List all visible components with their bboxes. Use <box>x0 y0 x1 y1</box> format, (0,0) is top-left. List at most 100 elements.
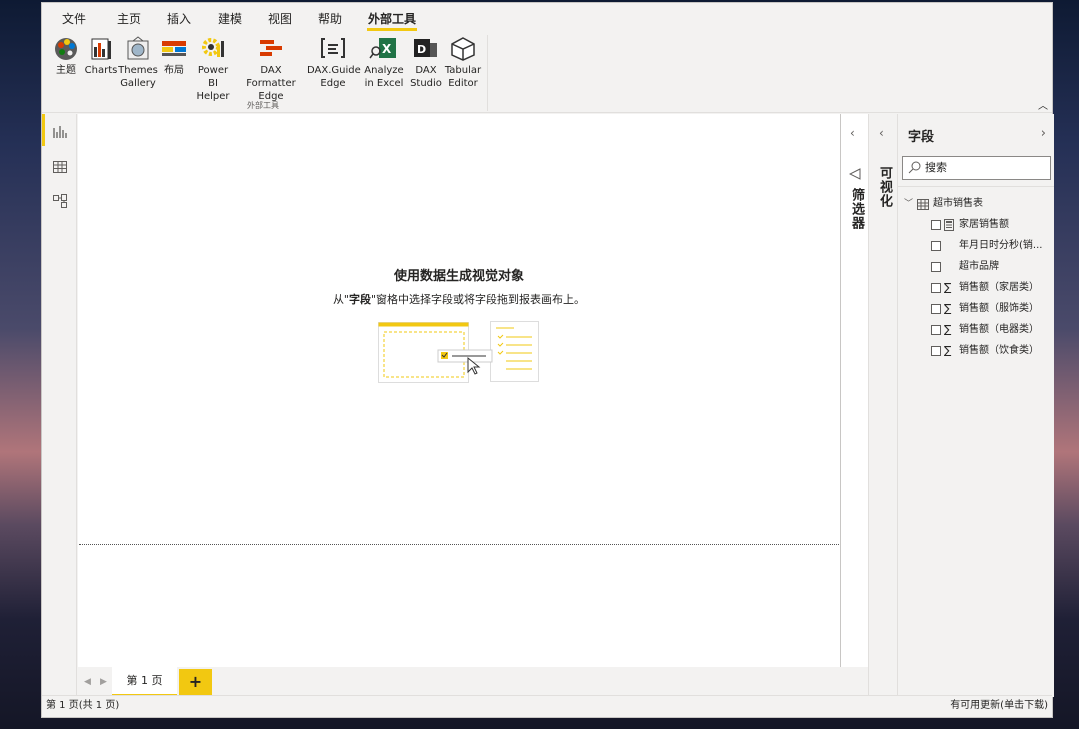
search-input[interactable] <box>925 161 1045 174</box>
charts-icon <box>84 35 118 63</box>
powerbi-helper-label: Power BI Helper <box>196 65 230 102</box>
filters-pane-collapsed[interactable]: ‹ 筛选器 <box>840 114 868 667</box>
field-row[interactable]: 家居销售额 <box>898 215 1054 235</box>
calculator-icon <box>944 219 954 235</box>
sigma-icon: ∑ <box>944 323 952 336</box>
field-checkbox[interactable] <box>931 241 941 251</box>
dax-formatter-label: DAX Formatter Edge <box>246 65 296 102</box>
dax-guide-icon <box>307 35 359 63</box>
field-checkbox[interactable] <box>931 283 941 293</box>
filter-funnel-icon <box>848 168 861 183</box>
field-name: 销售额（饮食类） <box>959 345 1039 356</box>
active-view-indicator <box>42 114 45 146</box>
filters-pane-label: 筛选器 <box>849 188 864 230</box>
theme-palette-icon <box>52 35 80 63</box>
powerbi-window: 文件 主页 插入 建模 视图 帮助 外部工具 主题 Charts Themes <box>41 2 1054 718</box>
fields-divider <box>898 186 1054 187</box>
status-bar: 第 1 页(共 1 页) 有可用更新(单击下载) <box>42 695 1052 717</box>
collapse-fields-icon[interactable]: › <box>1041 126 1046 141</box>
sigma-icon: ∑ <box>944 344 952 357</box>
field-name: 家居销售额 <box>959 219 1009 230</box>
collapse-ribbon-icon[interactable]: ︿ <box>1038 97 1048 112</box>
dax-studio-label: DAX Studio <box>410 65 442 89</box>
visualizations-pane-label: 可视化 <box>877 166 892 208</box>
field-checkbox[interactable] <box>931 325 941 335</box>
field-name: 销售额（家居类） <box>959 282 1039 293</box>
field-name: 超市品牌 <box>959 261 999 272</box>
layout-icon <box>159 35 189 63</box>
next-page-icon[interactable]: ▶ <box>100 677 107 687</box>
tab-home[interactable]: 主页 <box>117 10 141 27</box>
theme-button[interactable]: 主题 <box>52 35 80 77</box>
field-name: 销售额（电器类） <box>959 324 1039 335</box>
fields-search-box[interactable] <box>902 156 1051 180</box>
table-icon <box>917 198 929 214</box>
field-row[interactable]: ∑ 销售额（饮食类） <box>898 341 1054 361</box>
field-checkbox[interactable] <box>931 262 941 272</box>
page-count-status: 第 1 页(共 1 页) <box>46 700 120 711</box>
model-view-icon[interactable] <box>52 193 68 209</box>
tabular-editor-button[interactable]: Tabular Editor <box>443 35 483 90</box>
report-view-icon[interactable] <box>52 124 68 140</box>
tab-view[interactable]: 视图 <box>268 10 292 27</box>
field-row[interactable]: 超市品牌 <box>898 257 1054 277</box>
tab-file[interactable]: 文件 <box>62 10 86 27</box>
add-page-button[interactable]: + <box>179 669 212 695</box>
page-tab-1[interactable]: 第 1 页 <box>112 667 177 697</box>
field-checkbox[interactable] <box>931 346 941 356</box>
table-name: 超市销售表 <box>933 198 983 209</box>
charts-label: Charts <box>84 65 118 76</box>
visualizations-pane-collapsed[interactable]: ‹ 可视化 <box>868 114 897 697</box>
tab-help[interactable]: 帮助 <box>318 10 342 27</box>
dax-formatter-button[interactable]: DAX Formatter Edge <box>236 35 306 103</box>
update-available-link[interactable]: 有可用更新(单击下载) <box>950 696 1048 716</box>
prev-page-icon[interactable]: ◀ <box>84 677 91 687</box>
dax-formatter-icon <box>236 35 306 63</box>
ribbon: 主题 Charts Themes Gallery 布局 Power BI Hel… <box>42 31 1052 113</box>
tab-insert[interactable]: 插入 <box>167 10 191 27</box>
charts-button[interactable]: Charts <box>84 35 118 77</box>
page-boundary-line <box>79 544 839 545</box>
field-row[interactable]: ∑ 销售额（家居类） <box>898 278 1054 298</box>
field-checkbox[interactable] <box>931 304 941 314</box>
tab-modeling[interactable]: 建模 <box>218 10 242 27</box>
fields-pane-title: 字段 <box>908 130 935 145</box>
data-view-icon[interactable] <box>52 159 68 175</box>
excel-icon: X <box>359 35 409 63</box>
sigma-icon: ∑ <box>944 302 952 315</box>
empty-canvas-illustration <box>378 320 543 389</box>
external-tools-group-label: 外部工具 <box>247 101 279 110</box>
dax-guide-button[interactable]: DAX.Guide Edge <box>307 35 361 90</box>
sigma-icon: ∑ <box>944 281 952 294</box>
powerbi-helper-button[interactable]: Power BI Helper <box>192 35 234 103</box>
field-row[interactable]: ∑ 销售额（电器类） <box>898 320 1054 340</box>
report-canvas[interactable]: 使用数据生成视觉对象 从"字段"窗格中选择字段或将字段拖到报表画布上。 <box>78 114 840 667</box>
svg-text:X: X <box>382 42 392 56</box>
dax-studio-icon: D <box>409 35 443 63</box>
theme-label: 主题 <box>56 65 76 76</box>
themes-gallery-icon <box>118 35 158 63</box>
field-row[interactable]: 年月日时分秒(销... <box>898 236 1054 256</box>
expand-visualizations-icon[interactable]: ‹ <box>879 126 884 140</box>
field-checkbox[interactable] <box>931 220 941 230</box>
ribbon-group-separator <box>487 35 488 111</box>
tabular-editor-icon <box>443 35 483 63</box>
layout-button[interactable]: 布局 <box>159 35 189 77</box>
tabular-editor-label: Tabular Editor <box>444 65 482 89</box>
field-name: 销售额（服饰类） <box>959 303 1039 314</box>
chevron-down-icon[interactable]: ﹀ <box>904 194 913 214</box>
analyze-in-excel-label: Analyze in Excel <box>364 65 404 89</box>
field-row[interactable]: ∑ 销售额（服饰类） <box>898 299 1054 319</box>
ribbon-tabs: 文件 主页 插入 建模 视图 帮助 外部工具 <box>42 3 1052 31</box>
table-row[interactable]: ﹀ 超市销售表 <box>898 194 1054 214</box>
search-icon <box>908 161 921 177</box>
dax-studio-button[interactable]: D DAX Studio <box>409 35 443 90</box>
field-name: 年月日时分秒(销... <box>959 240 1043 251</box>
empty-canvas-title: 使用数据生成视觉对象 <box>393 269 524 284</box>
tab-external-tools[interactable]: 外部工具 <box>366 10 418 31</box>
gear-chart-icon <box>192 35 234 63</box>
page-tabs-bar: ◀ ▶ 第 1 页 + <box>78 667 868 697</box>
expand-filters-icon[interactable]: ‹ <box>850 126 855 140</box>
analyze-in-excel-button[interactable]: X Analyze in Excel <box>359 35 409 90</box>
themes-gallery-button[interactable]: Themes Gallery <box>118 35 158 90</box>
